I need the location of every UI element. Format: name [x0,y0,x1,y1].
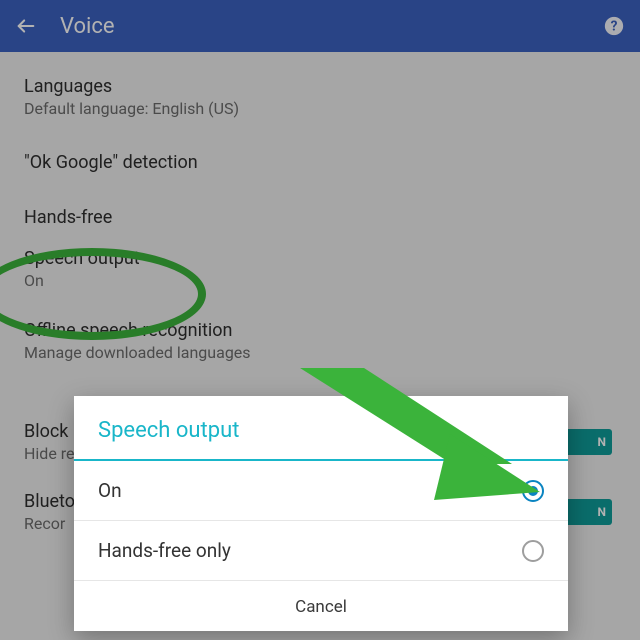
button-label: Cancel [295,597,347,617]
dialog-option-hands-free-only[interactable]: Hands-free only [74,521,568,581]
dialog-title: Speech output [74,396,568,461]
option-label: Hands-free only [98,539,231,562]
radio-icon[interactable] [522,540,544,562]
voice-settings-screen: Voice ? Languages Default language: Engl… [0,0,640,640]
option-label: On [98,479,122,502]
speech-output-dialog: Speech output On Hands-free only Cancel [74,396,568,631]
dialog-cancel-button[interactable]: Cancel [74,581,568,631]
radio-icon[interactable] [522,480,544,502]
dialog-option-on[interactable]: On [74,461,568,521]
